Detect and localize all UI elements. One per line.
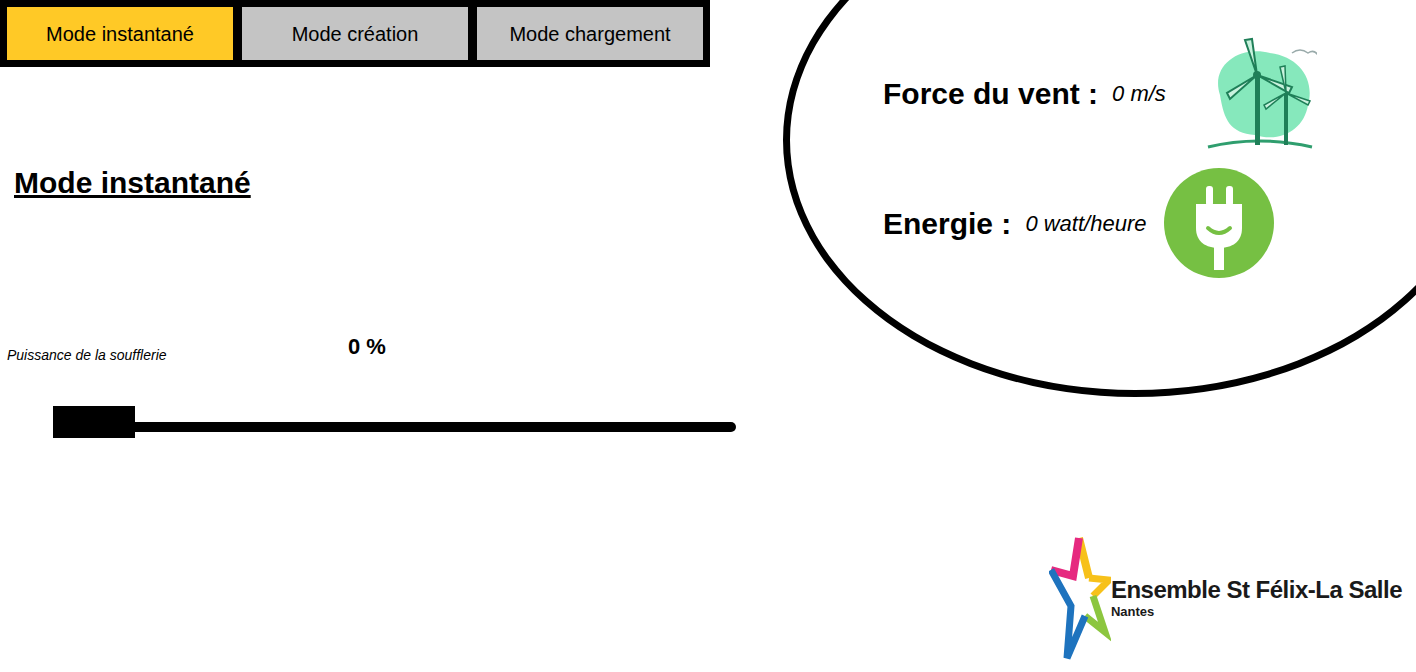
- mode-tab[interactable]: Mode chargement: [477, 7, 703, 60]
- slider-label: Puissance de la soufflerie: [7, 345, 348, 366]
- energy-reading: Energie : 0 watt/heure: [883, 168, 1416, 278]
- mode-title: Mode instantané: [14, 163, 740, 202]
- slider-header: Puissance de la soufflerie0 %: [0, 334, 740, 366]
- slider-track[interactable]: [53, 406, 736, 438]
- status-panel: Force du vent : 0 m/s Energie : 0 watt/heur…: [740, 0, 1416, 672]
- logo-text: Ensemble St Félix-La SalleNantes: [1111, 577, 1402, 622]
- slider-reading: 0 %: [348, 334, 386, 366]
- reading-value: 0 m/s: [1112, 77, 1166, 110]
- star-icon: [1049, 536, 1111, 662]
- reading-label: Energie :: [883, 201, 1011, 246]
- panel-ring: [783, 0, 1416, 397]
- slider-line: [53, 422, 736, 432]
- slider-thumb[interactable]: [53, 406, 135, 438]
- readings: Force du vent : 0 m/s Energie : 0 watt/heur…: [740, 0, 1416, 278]
- control-panel: Mode instantanéMode créationMode chargem…: [0, 0, 740, 672]
- mode-tab[interactable]: Mode instantané: [7, 7, 233, 60]
- logo-name: Ensemble St Félix-La Salle: [1111, 577, 1402, 603]
- logo-city: Nantes: [1111, 603, 1402, 621]
- mode-tab[interactable]: Mode création: [242, 7, 468, 60]
- wind-reading: Force du vent : 0 m/s: [883, 35, 1416, 152]
- app-window: Mode instantanéMode créationMode chargem…: [0, 0, 1416, 672]
- school-logo: Ensemble St Félix-La SalleNantes: [1049, 536, 1402, 662]
- plug-icon: [1164, 168, 1274, 278]
- wind-turbine-icon: [1200, 35, 1317, 152]
- reading-value: 0 watt/heure: [1025, 207, 1146, 240]
- reading-label: Force du vent :: [883, 71, 1098, 116]
- mode-tabs: Mode instantanéMode créationMode chargem…: [0, 0, 710, 67]
